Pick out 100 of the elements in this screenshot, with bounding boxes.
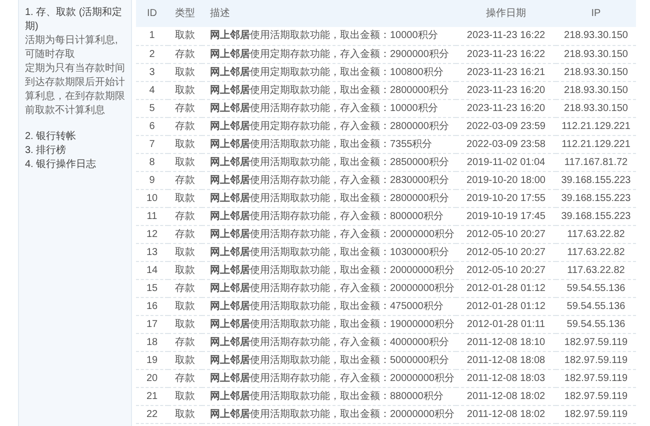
table-cell: 15 [136, 279, 168, 297]
table-cell: 2012-05-10 20:27 [456, 243, 556, 261]
table-cell: 218.93.30.150 [556, 99, 636, 117]
sidebar-text: 定期为只有当存款时间到达存款期限后开始计算利息，在到存款期限前取款不计算利息 [25, 62, 125, 118]
table-cell: 网上邻居使用活期存款功能，存入金额：20000000积分 [202, 369, 456, 387]
table-cell: 3 [136, 63, 168, 81]
sidebar-text: 4. 银行操作日志 [25, 158, 98, 172]
table-cell: 2023-11-23 16:20 [456, 99, 556, 117]
table-cell: 39.168.155.223 [556, 207, 636, 225]
table-cell: 8 [136, 153, 168, 171]
table-cell: 网上邻居使用活期取款功能，取出金额：1030000积分 [202, 243, 456, 261]
column-header: IP [556, 0, 636, 27]
table-cell: 网上邻居使用活期取款功能，取出金额：475000积分 [202, 297, 456, 315]
table-cell: 17 [136, 315, 168, 333]
table-cell: 19 [136, 351, 168, 369]
table-cell: 182.97.59.119 [556, 333, 636, 351]
table-cell: 存款 [168, 279, 202, 297]
table-cell: 取款 [168, 297, 202, 315]
table-cell: 网上邻居使用活期存款功能，存入金额：2830000积分 [202, 171, 456, 189]
sidebar-text: 活期为每日计算利息,可随时存取 [25, 34, 119, 62]
table-cell: 218.93.30.150 [556, 63, 636, 81]
table-cell: 取款 [168, 261, 202, 279]
column-header: 操作日期 [456, 0, 556, 27]
table-cell: 12 [136, 225, 168, 243]
table-cell: 2011-12-08 18:02 [456, 405, 556, 423]
table-cell: 存款 [168, 99, 202, 117]
table-cell: 5 [136, 99, 168, 117]
table-cell: 39.168.155.223 [556, 189, 636, 207]
sidebar-text: 2. 银行转帐 [25, 130, 78, 144]
table-cell: 取款 [168, 405, 202, 423]
table-cell: 网上邻居使用活期取款功能，取出金额：2850000积分 [202, 153, 456, 171]
table-cell: 存款 [168, 369, 202, 387]
table-cell: 2019-10-19 17:45 [456, 207, 556, 225]
table-cell: 59.54.55.136 [556, 315, 636, 333]
sidebar-text: 3. 排行榜 [25, 144, 68, 158]
table-cell: 117.63.22.82 [556, 243, 636, 261]
table-cell: 2023-11-23 16:22 [456, 45, 556, 63]
table-cell: 13 [136, 243, 168, 261]
table-cell: 网上邻居使用活期存款功能，存入金额：20000000积分 [202, 225, 456, 243]
table-cell: 存款 [168, 333, 202, 351]
table-cell: 22 [136, 405, 168, 423]
table-cell: 2019-10-20 18:00 [456, 171, 556, 189]
table-cell: 取款 [168, 189, 202, 207]
table-cell: 14 [136, 261, 168, 279]
table-cell: 218.93.30.150 [556, 27, 636, 45]
table-cell: 117.167.81.72 [556, 153, 636, 171]
table-cell: 网上邻居使用活期取款功能，取出金额：10000积分 [202, 27, 456, 45]
table-cell: 网上邻居使用活期取款功能，取出金额：2800000积分 [202, 189, 456, 207]
table-cell: 网上邻居使用活期取款功能，取出金额：880000积分 [202, 387, 456, 405]
table-cell: 59.54.55.136 [556, 297, 636, 315]
table-cell: 网上邻居使用定期取款功能，取出金额：100800积分 [202, 63, 456, 81]
column-header: 描述 [202, 0, 456, 27]
table-cell: 6 [136, 117, 168, 135]
table-cell: 取款 [168, 153, 202, 171]
table-cell: 182.97.59.119 [556, 351, 636, 369]
table-cell: 网上邻居使用活期存款功能，存入金额：800000积分 [202, 207, 456, 225]
table-cell: 11 [136, 207, 168, 225]
table-cell: 取款 [168, 243, 202, 261]
table-cell: 2019-11-02 01:04 [456, 153, 556, 171]
table-cell: 取款 [168, 387, 202, 405]
table-cell: 取款 [168, 63, 202, 81]
table-cell: 112.21.129.221 [556, 135, 636, 153]
table-cell: 9 [136, 171, 168, 189]
table-cell: 取款 [168, 351, 202, 369]
table-cell: 取款 [168, 81, 202, 99]
column-header: ID [136, 0, 168, 27]
table-cell: 2011-12-08 18:02 [456, 387, 556, 405]
table-cell: 16 [136, 297, 168, 315]
table-cell: 存款 [168, 225, 202, 243]
table-cell: 182.97.59.119 [556, 369, 636, 387]
table-cell: 网上邻居使用活期取款功能，取出金额：20000000积分 [202, 405, 456, 423]
table-cell: 存款 [168, 45, 202, 63]
table-cell: 存款 [168, 171, 202, 189]
table-cell: 2023-11-23 16:20 [456, 81, 556, 99]
table-cell: 2011-12-08 18:10 [456, 333, 556, 351]
table-cell: 网上邻居使用活期取款功能，取出金额：7355积分 [202, 135, 456, 153]
table-cell: 2022-03-09 23:58 [456, 135, 556, 153]
table-cell: 218.93.30.150 [556, 45, 636, 63]
table-cell: 取款 [168, 315, 202, 333]
table-cell: 20 [136, 369, 168, 387]
table-cell: 2012-05-10 20:27 [456, 225, 556, 243]
table-cell: 59.54.55.136 [556, 279, 636, 297]
sidebar-text: 1. 存、取款 (活期和定期) [25, 6, 124, 34]
table-cell: 2023-11-23 16:22 [456, 27, 556, 45]
table-cell: 网上邻居使用活期取款功能，取出金额：19000000积分 [202, 315, 456, 333]
table-cell: 2011-12-08 18:03 [456, 369, 556, 387]
table-cell: 2019-10-20 17:55 [456, 189, 556, 207]
table-cell: 1 [136, 27, 168, 45]
table-cell: 2023-11-23 16:21 [456, 63, 556, 81]
table-cell: 39.168.155.223 [556, 171, 636, 189]
table-cell: 2011-12-08 18:08 [456, 351, 556, 369]
table-cell: 112.21.129.221 [556, 117, 636, 135]
table-cell: 网上邻居使用活期取款功能，取出金额：20000000积分 [202, 261, 456, 279]
table-cell: 4 [136, 81, 168, 99]
table-cell: 存款 [168, 117, 202, 135]
table-cell: 21 [136, 387, 168, 405]
table-cell: 2012-05-10 20:27 [456, 261, 556, 279]
table-cell: 网上邻居使用定期存款功能，存入金额：2800000积分 [202, 117, 456, 135]
table-cell: 网上邻居使用活期取款功能，取出金额：5000000积分 [202, 351, 456, 369]
table-cell: 2012-01-28 01:12 [456, 279, 556, 297]
